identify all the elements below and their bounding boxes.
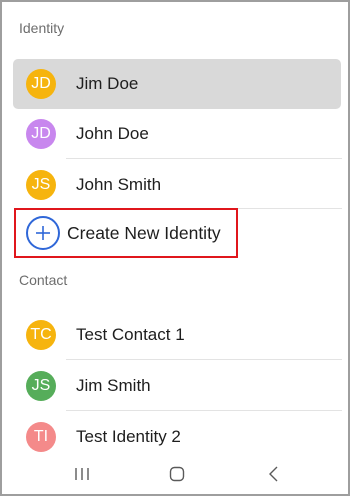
section-label-contact: Contact — [19, 272, 68, 288]
create-new-identity-label: Create New Identity — [67, 222, 221, 243]
avatar: JD — [26, 119, 56, 149]
identity-name: John Smith — [76, 175, 162, 194]
identity-item-john-smith[interactable]: JS John Smith — [13, 160, 341, 210]
identity-item-jim-doe[interactable]: JD Jim Doe — [13, 59, 341, 109]
recents-icon[interactable] — [68, 460, 96, 488]
identity-name: John Doe — [76, 124, 149, 143]
create-new-identity-button[interactable]: Create New Identity — [14, 208, 238, 258]
avatar: TI — [26, 422, 56, 452]
avatar: JS — [26, 371, 56, 401]
avatar: JD — [26, 69, 56, 99]
contact-name: Jim Smith — [76, 376, 151, 395]
system-navigation-bar — [2, 450, 348, 494]
plus-icon — [26, 216, 60, 250]
contact-name: Test Identity 2 — [76, 427, 181, 446]
divider — [66, 359, 342, 360]
contact-item-jim-smith[interactable]: JS Jim Smith — [13, 361, 341, 411]
contact-item-test-contact-1[interactable]: TC Test Contact 1 — [13, 310, 341, 360]
divider — [66, 158, 342, 159]
avatar: TC — [26, 320, 56, 350]
identity-picker: Identity JD Jim Doe JD John Doe JS John … — [0, 0, 350, 496]
identity-name: Jim Doe — [76, 74, 139, 93]
avatar: JS — [26, 170, 56, 200]
identity-item-john-doe[interactable]: JD John Doe — [13, 109, 341, 159]
section-label-identity: Identity — [19, 20, 65, 36]
back-icon[interactable] — [260, 460, 288, 488]
contact-name: Test Contact 1 — [76, 325, 185, 344]
divider — [66, 410, 342, 411]
home-icon[interactable] — [163, 460, 191, 488]
